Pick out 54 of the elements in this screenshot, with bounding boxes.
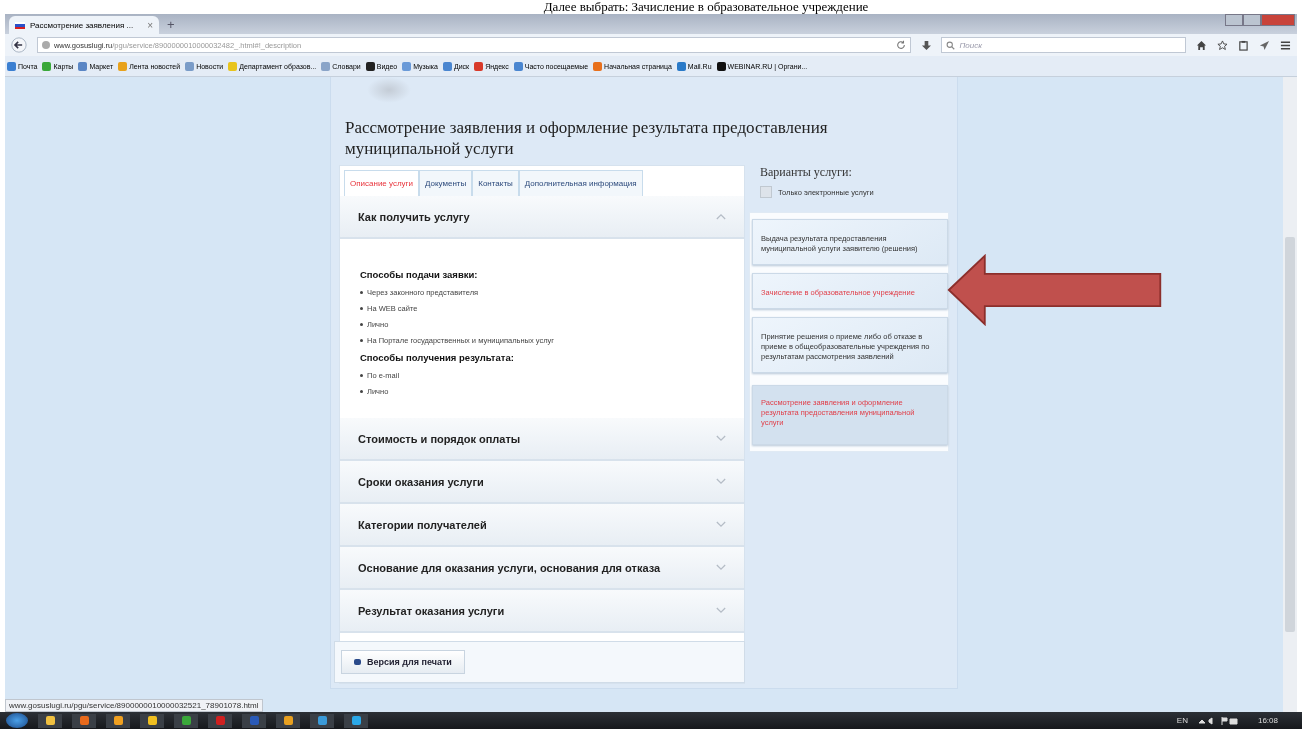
star-icon[interactable] xyxy=(1217,39,1229,51)
page-tab[interactable]: Дополнительная информация xyxy=(518,170,643,196)
taskbar-app-icon[interactable] xyxy=(38,713,62,728)
section-header[interactable]: Категории получателей xyxy=(340,504,744,547)
section-header[interactable]: Сроки оказания услуги xyxy=(340,461,744,504)
new-tab-button[interactable]: + xyxy=(167,17,175,32)
browser-tab[interactable]: Рассмотрение заявления ... × xyxy=(9,16,159,34)
section-header[interactable]: Основание для оказания услуги, основания для отказа xyxy=(340,547,744,590)
home-icon[interactable] xyxy=(1196,39,1208,51)
bullet-icon xyxy=(360,389,363,393)
scrollbar[interactable] xyxy=(1283,77,1297,712)
group-heading: Способы подачи заявки: xyxy=(360,269,479,280)
bullet-icon xyxy=(360,306,363,310)
page-tab[interactable]: Контакты xyxy=(472,170,519,196)
status-url: www.gosuslugi.ru/pgu/service/8900000010000032521_78901078.html xyxy=(5,699,263,712)
bullet-icon xyxy=(360,373,363,377)
page-tab[interactable]: Документы xyxy=(419,170,473,196)
taskbar-app-icon[interactable] xyxy=(140,713,164,728)
section-header[interactable]: Как получить услугу xyxy=(340,196,744,239)
print-version-button[interactable]: Версия для печати xyxy=(341,650,465,674)
reload-icon[interactable] xyxy=(895,40,906,50)
checkbox[interactable] xyxy=(760,186,772,198)
bullet-icon xyxy=(360,290,363,294)
taskbar-app-icon[interactable] xyxy=(344,713,368,728)
document-caption: Далее выбрать: Зачисление в образовательное учреждение xyxy=(542,0,870,14)
start-button[interactable] xyxy=(6,713,28,728)
bullet-icon xyxy=(360,322,363,326)
tray-icons-drawing[interactable] xyxy=(1197,715,1238,726)
taskbar-app-icon[interactable] xyxy=(310,713,334,728)
page-title: Рассмотрение заявления и оформление результата предоставления муниципальной услуги xyxy=(345,117,829,159)
bullet-icon xyxy=(360,338,363,342)
send-icon[interactable] xyxy=(1259,39,1271,51)
menu-icon[interactable] xyxy=(1280,39,1291,51)
globe-icon xyxy=(41,41,50,49)
window-controls-drawing[interactable] xyxy=(1225,14,1295,26)
clipboard-icon[interactable] xyxy=(1238,39,1250,51)
language-indicator[interactable]: EN xyxy=(1176,716,1188,725)
group-heading: Способы получения результата: xyxy=(360,352,515,363)
section-header[interactable]: Стоимость и порядок оплаты xyxy=(340,418,744,461)
printer-icon xyxy=(354,659,361,665)
variants-title: Варианты услуги: xyxy=(760,165,853,180)
search-icon xyxy=(946,40,956,50)
flag-icon xyxy=(15,21,25,29)
taskbar-app-icon[interactable] xyxy=(276,713,300,728)
section-header[interactable]: Результат оказания услуги xyxy=(340,590,744,633)
page-tab[interactable]: Описание услуги xyxy=(344,170,419,196)
tab-title: Рассмотрение заявления ... xyxy=(30,20,135,30)
download-icon[interactable] xyxy=(920,39,932,51)
close-tab-button[interactable]: × xyxy=(147,19,153,31)
back-icon[interactable] xyxy=(11,37,27,53)
taskbar-app-icon[interactable] xyxy=(72,713,96,728)
taskbar-app-icon[interactable] xyxy=(106,713,130,728)
clock[interactable]: 16:08 xyxy=(1257,716,1278,725)
taskbar-app-icon[interactable] xyxy=(174,713,198,728)
